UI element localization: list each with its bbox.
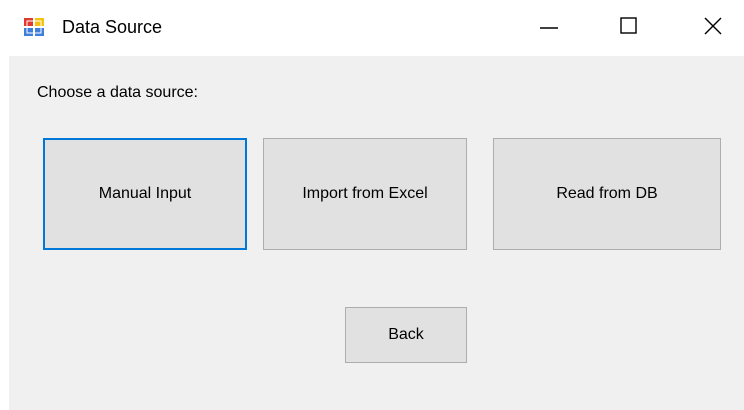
- back-button[interactable]: Back: [345, 307, 467, 363]
- maximize-button[interactable]: [606, 0, 652, 56]
- manual-input-button[interactable]: Manual Input: [43, 138, 247, 250]
- close-icon: [703, 16, 723, 41]
- import-from-excel-button[interactable]: Import from Excel: [263, 138, 467, 250]
- close-button[interactable]: [690, 0, 736, 56]
- read-from-db-button[interactable]: Read from DB: [493, 138, 721, 250]
- maximize-icon: [619, 16, 639, 41]
- choose-source-label: Choose a data source:: [37, 84, 198, 101]
- minimize-button[interactable]: [526, 0, 572, 56]
- minimize-icon: [539, 16, 559, 41]
- form-client-area: Choose a data source: Manual Input Impor…: [9, 56, 744, 410]
- window-title: Data Source: [62, 17, 163, 37]
- data-source-window: Data Source Choose a data source: Manual…: [0, 0, 744, 410]
- title-bar[interactable]: Data Source: [0, 0, 744, 56]
- form-app-icon: [24, 18, 44, 36]
